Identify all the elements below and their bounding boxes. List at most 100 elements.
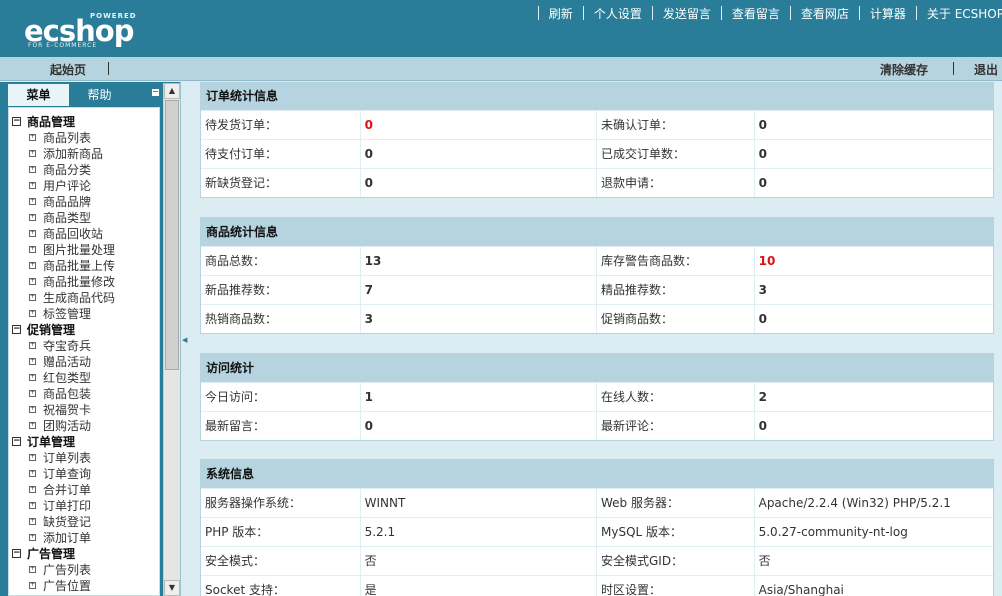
table-row: 待发货订单： 0 未确认订单： 0 [201,110,993,139]
menu-item[interactable]: + 广告位置 [9,578,159,594]
menu-item-label: 商品包装 [43,387,92,401]
stat-value: 0 [361,412,597,440]
menu-item[interactable]: + 订单打印 [9,498,159,514]
menu-item[interactable]: + 商品列表 [9,130,159,146]
menu-item[interactable]: + 订单查询 [9,466,159,482]
tab-help[interactable]: 帮助 [69,84,130,106]
logout-link[interactable]: 退出 [974,61,998,78]
menu-item-label: 订单打印 [43,499,92,513]
menu-item[interactable]: + 用户评论 [9,178,159,194]
menu-item[interactable]: + 商品批量上传 [9,258,159,274]
menu-group-orders[interactable]: − 订单管理 [9,434,159,450]
bullet-icon: + [29,261,36,269]
bullet-icon: + [29,197,36,205]
menu-item[interactable]: + 合并订单 [9,482,159,498]
nav-refresh-link[interactable]: 刷新 [549,5,573,22]
nav-divider [858,6,860,20]
menu-group-ads[interactable]: − 广告管理 [9,546,159,562]
scroll-down-arrow-icon[interactable]: ▼ [164,580,180,596]
menu-group-label: 订单管理 [27,435,76,449]
menu-item-label: 商品列表 [43,131,92,145]
menu-item[interactable]: + 团购活动 [9,418,159,434]
menu-item[interactable]: + 生成商品代码 [9,290,159,306]
nav-divider [915,6,917,20]
stat-value: 0 [758,147,767,161]
stat-value: 5.2.1 [361,518,597,546]
menu-item[interactable]: + 图片批量处理 [9,242,159,258]
menu-group-label: 广告管理 [27,547,76,561]
menu-item[interactable]: + 商品类型 [9,210,159,226]
frame-splitter[interactable]: ◀ [180,82,188,596]
panel-title: 系统信息 [201,460,993,488]
tab-menu[interactable]: 菜单 [8,84,69,106]
goods-stats-panel: 商品统计信息 商品总数： 13 库存警告商品数： 10 新品推荐数： 7 精品推… [200,217,994,334]
collapse-icon: − [12,116,21,126]
menu-item[interactable]: + 赠品活动 [9,354,159,370]
sidebar: 菜单 帮助 − − 商品管理 + 商品列表 + 添加新商品 + 商品分类 + 用户评论 +… [0,82,180,596]
menu-item[interactable]: + 商品批量修改 [9,274,159,290]
stat-value: 5.0.27-community-nt-log [758,525,908,539]
menu-item[interactable]: + 添加订单 [9,530,159,546]
menu-group-promotion[interactable]: − 促销管理 [9,322,159,338]
stat-label: 今日访问： [201,383,361,411]
collapse-sidebar-arrow-icon[interactable]: ◀ [182,332,188,348]
menu-item-label: 夺宝奇兵 [43,339,92,353]
table-row: Socket 支持： 是 时区设置： Asia/Shanghai [201,575,993,596]
menu-item[interactable]: + 标签管理 [9,306,159,322]
bullet-icon: + [29,565,36,573]
panel-title: 商品统计信息 [201,218,993,246]
menu-item[interactable]: + 祝福贺卡 [9,402,159,418]
nav-view-messages-link[interactable]: 查看留言 [732,5,780,22]
menu-item-label: 商品批量上传 [43,259,116,273]
menu-item-label: 标签管理 [43,307,92,321]
order-stats-panel: 订单统计信息 待发货订单： 0 未确认订单： 0 待支付订单： 0 已成交订单数… [200,82,994,198]
menu-group-label: 促销管理 [27,323,76,337]
sub-bar: 起始页 清除缓存 退出 [0,57,1002,81]
subbar-divider [108,62,109,75]
menu-item[interactable]: + 添加新商品 [9,146,159,162]
stat-label: MySQL 版本： [597,518,755,546]
nav-profile-link[interactable]: 个人设置 [594,5,642,22]
visit-stats-panel: 访问统计 今日访问： 1 在线人数： 2 最新留言： 0 最新评论： 0 [200,353,994,441]
panel-title: 访问统计 [201,354,993,382]
menu-item-label: 生成商品代码 [43,291,116,305]
bullet-icon: + [29,501,36,509]
stat-label: Web 服务器： [597,489,755,517]
stat-label: 服务器操作系统： [201,489,361,517]
menu-item[interactable]: + 缺货登记 [9,514,159,530]
menu-item-label: 赠品活动 [43,355,92,369]
bullet-icon: + [29,277,36,285]
menu-item-label: 商品批量修改 [43,275,116,289]
nav-view-shop-link[interactable]: 查看网店 [801,5,849,22]
clear-cache-link[interactable]: 清除缓存 [880,61,928,78]
stat-label: 库存警告商品数： [597,247,755,275]
menu-item[interactable]: + 商品分类 [9,162,159,178]
scroll-thumb[interactable] [165,100,179,370]
nav-send-message-link[interactable]: 发送留言 [663,5,711,22]
nav-calculator-link[interactable]: 计算器 [870,5,906,22]
stat-value: 0 [361,169,597,197]
sidebar-scrollbar[interactable]: ▲ ▼ [163,83,180,596]
menu-item[interactable]: + 红包类型 [9,370,159,386]
menu-item[interactable]: + 商品包装 [9,386,159,402]
menu-item-label: 商品类型 [43,211,92,225]
system-info-panel: 系统信息 服务器操作系统： WINNT Web 服务器： Apache/2.2.… [200,459,994,596]
stat-label: 最新留言： [201,412,361,440]
collapse-icon: − [12,548,21,558]
menu-item-label: 添加新商品 [43,147,104,161]
menu-item[interactable]: + 商品回收站 [9,226,159,242]
table-row: 安全模式： 否 安全模式GID： 否 [201,546,993,575]
table-row: 新品推荐数： 7 精品推荐数： 3 [201,275,993,304]
table-row: 服务器操作系统： WINNT Web 服务器： Apache/2.2.4 (Wi… [201,488,993,517]
subbar-divider [953,62,954,75]
scroll-up-arrow-icon[interactable]: ▲ [164,83,180,99]
menu-item[interactable]: + 广告列表 [9,562,159,578]
nav-about-link[interactable]: 关于 ECSHOP [927,5,1002,22]
menu-item[interactable]: + 订单列表 [9,450,159,466]
collapse-all-icon[interactable]: − [151,88,160,97]
table-row: 最新留言： 0 最新评论： 0 [201,411,993,440]
menu-item[interactable]: + 夺宝奇兵 [9,338,159,354]
menu-item[interactable]: + 商品品牌 [9,194,159,210]
home-link[interactable]: 起始页 [50,61,86,78]
menu-group-goods[interactable]: − 商品管理 [9,114,159,130]
